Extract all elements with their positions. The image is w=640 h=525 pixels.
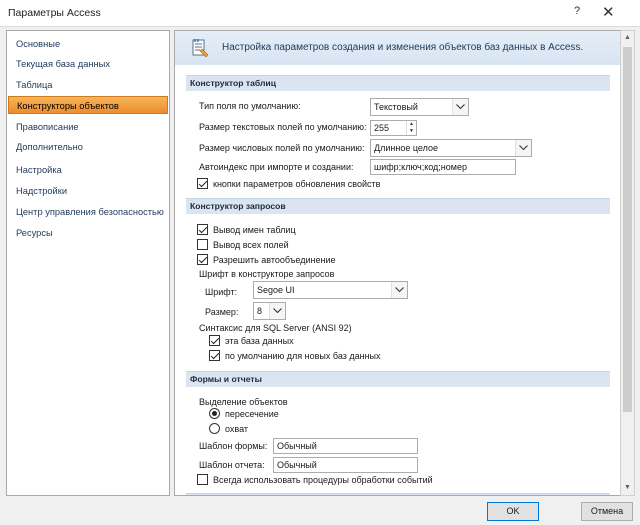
content-header: Настройка параметров создания и изменени… <box>175 31 620 65</box>
new-databases-checkbox[interactable] <box>209 350 220 361</box>
query-font-size-label: Размер: <box>205 307 239 317</box>
sidebar-item-current-database[interactable]: Текущая база данных <box>8 55 168 73</box>
scroll-thumb[interactable] <box>623 47 632 412</box>
sidebar-item-proofing[interactable]: Правописание <box>8 118 168 136</box>
this-database-checkbox[interactable] <box>209 335 220 346</box>
property-update-checkbox[interactable] <box>197 178 208 189</box>
chevron-down-icon <box>269 303 285 319</box>
autoindex-input[interactable]: шифр;ключ;код;номер <box>370 159 516 175</box>
sidebar-item-trust-center[interactable]: Центр управления безопасностью <box>8 203 168 221</box>
show-table-names-checkbox[interactable] <box>197 224 208 235</box>
sidebar-item-label: Таблица <box>16 80 53 90</box>
chevron-down-icon <box>515 140 531 156</box>
title-bar: Параметры Access ? ✕ <box>0 0 640 26</box>
output-all-fields-label: Вывод всех полей <box>213 240 289 250</box>
intersect-label: пересечение <box>225 409 279 419</box>
options-content: Настройка параметров создания и изменени… <box>174 30 621 496</box>
section-forms-reports: Формы и отчеты <box>186 371 610 387</box>
sidebar-item-label: Центр управления безопасностью <box>16 207 164 217</box>
window-title: Параметры Access <box>8 7 101 19</box>
text-field-size-stepper[interactable]: 255 ▲ ▼ <box>370 120 417 136</box>
sidebar-item-label: Конструкторы объектов <box>17 101 119 111</box>
cancel-button[interactable]: Отмена <box>581 502 633 521</box>
sidebar-item-customize[interactable]: Настройка <box>8 161 168 179</box>
sidebar-item-label: Настройка <box>16 165 62 175</box>
report-template-label: Шаблон отчета: <box>199 460 265 470</box>
select-value: Длинное целое <box>374 143 438 153</box>
section-query-designer: Конструктор запросов <box>186 198 610 214</box>
select-value: 8 <box>257 306 263 316</box>
query-font-label: Шрифт: <box>205 287 238 297</box>
arrow-up-icon[interactable]: ▲ <box>407 121 416 128</box>
content-header-text: Настройка параметров создания и изменени… <box>222 42 584 53</box>
sql-syntax-label: Синтаксис для SQL Server (ANSI 92) <box>199 323 352 333</box>
show-table-names-label: Вывод имен таблиц <box>213 225 296 235</box>
this-database-label: эта база данных <box>225 336 294 346</box>
query-font-select[interactable]: Segoe UI <box>253 281 408 299</box>
text-size-label: Размер текстовых полей по умолчанию: <box>199 122 367 132</box>
select-value: Текстовый <box>374 102 418 112</box>
options-sidebar: Основные Текущая база данных Таблица Кон… <box>6 30 170 496</box>
content-scrollbar[interactable]: ▲ ▼ <box>620 30 635 496</box>
sidebar-item-object-designers[interactable]: Конструкторы объектов <box>8 96 168 114</box>
sidebar-item-addins[interactable]: Надстройки <box>8 182 168 200</box>
autoindex-label: Автоиндекс при импорте и создании: <box>199 162 354 172</box>
chevron-down-icon <box>452 99 468 115</box>
autojoin-checkbox[interactable] <box>197 254 208 265</box>
form-template-input[interactable]: Обычный <box>273 438 418 454</box>
scroll-up-icon[interactable]: ▲ <box>621 31 634 45</box>
stepper-buttons[interactable]: ▲ ▼ <box>406 121 416 135</box>
selection-behavior-label: Выделение объектов <box>199 397 288 407</box>
number-field-size-select[interactable]: Длинное целое <box>370 139 532 157</box>
close-button[interactable]: ✕ <box>602 3 615 21</box>
autojoin-label: Разрешить автообъединение <box>213 255 336 265</box>
sidebar-item-datasheet[interactable]: Таблица <box>8 76 168 94</box>
sidebar-item-label: Ресурсы <box>16 228 53 238</box>
scroll-down-icon[interactable]: ▼ <box>621 481 634 495</box>
report-template-input[interactable]: Обычный <box>273 457 418 473</box>
chevron-down-icon <box>391 282 407 298</box>
sidebar-item-resources[interactable]: Ресурсы <box>8 224 168 242</box>
number-size-label: Размер числовых полей по умолчанию: <box>199 143 365 153</box>
help-button[interactable]: ? <box>574 5 580 17</box>
enclose-label: охват <box>225 424 249 434</box>
property-update-label: кнопки параметров обновления свойств <box>213 179 381 189</box>
intersect-radio[interactable] <box>209 408 220 419</box>
sidebar-item-label: Дополнительно <box>16 142 83 152</box>
event-procedures-checkbox[interactable] <box>197 474 208 485</box>
sidebar-item-label: Основные <box>16 39 61 49</box>
sidebar-item-label: Текущая база данных <box>16 59 110 69</box>
query-font-size-select[interactable]: 8 <box>253 302 286 320</box>
new-databases-label: по умолчанию для новых баз данных <box>225 351 381 361</box>
stepper-value: 255 <box>374 123 390 133</box>
select-value: Segoe UI <box>257 285 295 295</box>
section-table-designer: Конструктор таблиц <box>186 75 610 91</box>
section-next-partial <box>186 493 610 495</box>
sidebar-item-general[interactable]: Основные <box>8 35 168 53</box>
object-designer-icon <box>192 39 209 58</box>
sidebar-item-label: Правописание <box>16 122 79 132</box>
query-font-group-label: Шрифт в конструкторе запросов <box>199 269 335 279</box>
field-type-label: Тип поля по умолчанию: <box>199 101 301 111</box>
output-all-fields-checkbox[interactable] <box>197 239 208 250</box>
event-procedures-label: Всегда использовать процедуры обработки … <box>213 475 433 485</box>
arrow-down-icon[interactable]: ▼ <box>407 128 416 135</box>
default-field-type-select[interactable]: Текстовый <box>370 98 469 116</box>
sidebar-item-label: Надстройки <box>16 186 68 196</box>
ok-button[interactable]: OK <box>487 502 539 521</box>
sidebar-item-advanced[interactable]: Дополнительно <box>8 138 168 156</box>
enclose-radio[interactable] <box>209 423 220 434</box>
form-template-label: Шаблон формы: <box>199 441 268 451</box>
